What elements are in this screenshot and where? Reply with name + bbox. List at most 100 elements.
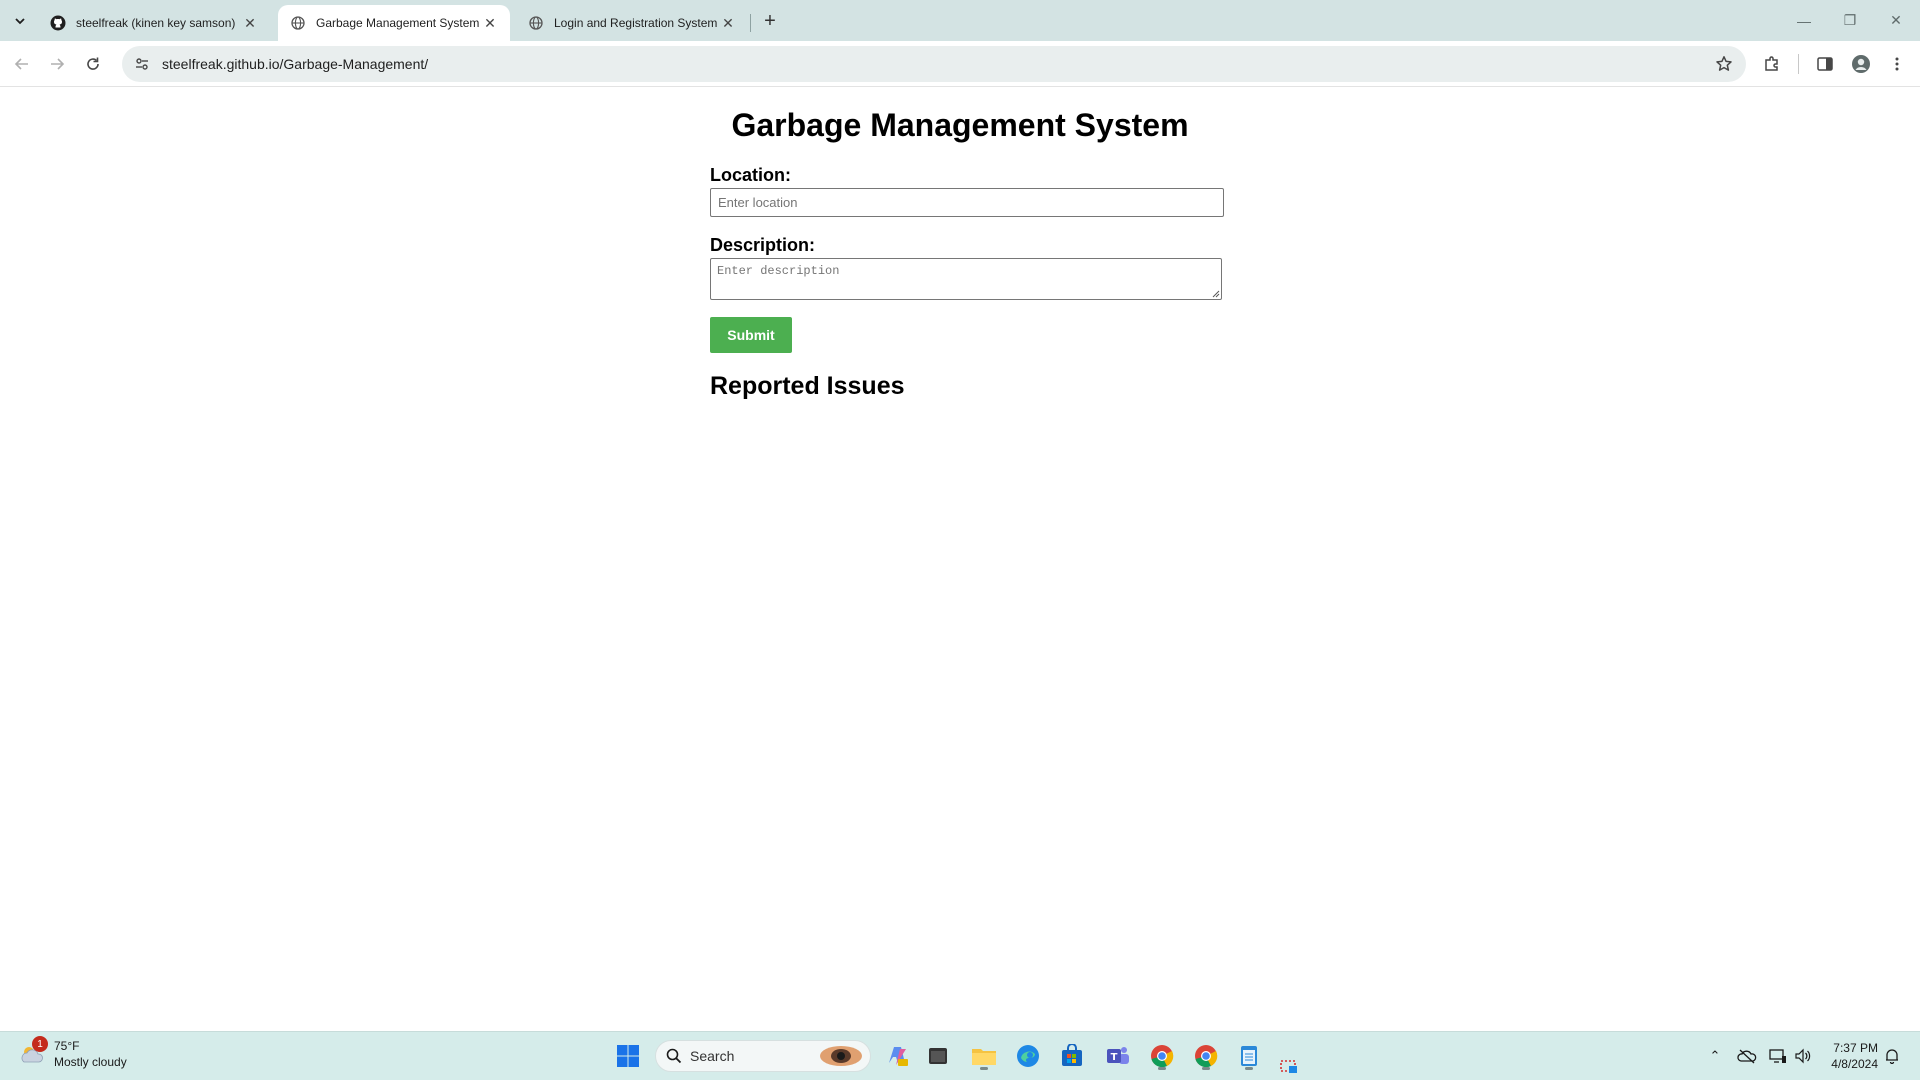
chrome-icon: [1195, 1045, 1218, 1068]
chevron-down-icon: [15, 18, 25, 25]
resize-grip-icon[interactable]: [1212, 290, 1220, 298]
close-icon[interactable]: ✕: [482, 15, 498, 31]
search-highlight-icon: [820, 1046, 862, 1066]
edge-icon: [1017, 1045, 1039, 1067]
tab-login-registration[interactable]: Login and Registration System ✕: [516, 5, 748, 41]
description-textarea[interactable]: Enter description: [710, 258, 1222, 300]
avatar-icon: [1852, 55, 1870, 73]
arrow-left-icon: [14, 58, 28, 70]
teams-app[interactable]: T: [1102, 1040, 1134, 1072]
volume-tray[interactable]: [1791, 1044, 1815, 1068]
reported-issues-heading: Reported Issues: [710, 372, 905, 400]
location-input[interactable]: Enter location: [710, 188, 1224, 217]
teams-icon: T: [1107, 1047, 1129, 1064]
tab-github[interactable]: steelfreak (kinen key samson) ✕: [38, 5, 270, 41]
forward-button[interactable]: [43, 50, 71, 78]
running-indicator: [1158, 1067, 1166, 1070]
clock-date: 4/8/2024: [1831, 1057, 1878, 1071]
running-indicator: [980, 1067, 988, 1070]
globe-icon: [528, 15, 544, 31]
description-label: Description:: [710, 235, 816, 255]
taskbar-search[interactable]: Search: [655, 1040, 871, 1072]
running-indicator: [1202, 1067, 1210, 1070]
network-icon: [1769, 1049, 1786, 1063]
snipping-icon: [1280, 1060, 1297, 1073]
minimize-icon: —: [1797, 12, 1811, 29]
snipping-app[interactable]: [1278, 1054, 1302, 1078]
search-icon: [666, 1048, 682, 1064]
url-text: steelfreak.github.io/Garbage-Management/: [162, 56, 429, 72]
folder-icon: [972, 1049, 996, 1065]
store-app[interactable]: [1056, 1040, 1088, 1072]
chrome-app[interactable]: [1146, 1040, 1178, 1072]
browser-toolbar: steelfreak.github.io/Garbage-Management/: [0, 41, 1920, 87]
file-manager-app[interactable]: [922, 1040, 954, 1072]
search-label: Search: [690, 1048, 735, 1064]
start-button[interactable]: [612, 1040, 644, 1072]
close-icon[interactable]: ✕: [720, 15, 736, 31]
weather-widget[interactable]: 1 75°F Mostly cloudy: [18, 1036, 127, 1070]
restore-button[interactable]: ❐: [1827, 0, 1873, 41]
location-label: Location:: [710, 165, 791, 185]
arrow-right-icon: [51, 58, 65, 70]
tab-title: Garbage Management System: [316, 16, 480, 30]
weather-temp: 75°F: [54, 1039, 80, 1053]
edge-app[interactable]: [1012, 1040, 1044, 1072]
page-title: Garbage Management System: [731, 107, 1189, 143]
speaker-icon: [1795, 1048, 1811, 1064]
toolbar-divider: [1798, 54, 1799, 74]
clock[interactable]: 7:37 PM 4/8/2024: [1822, 1040, 1878, 1072]
close-window-button[interactable]: ✕: [1873, 0, 1919, 41]
reload-button[interactable]: [79, 50, 107, 78]
puzzle-icon: [1765, 56, 1778, 71]
taskbar: 1 75°F Mostly cloudy Search T ⌃ 7:37 PM …: [0, 1031, 1920, 1080]
tab-strip: steelfreak (kinen key samson) ✕ Garbage …: [0, 0, 1920, 41]
tab-divider: [750, 14, 751, 32]
close-icon[interactable]: ✕: [242, 15, 258, 31]
notifications-button[interactable]: [1880, 1044, 1904, 1068]
chevron-up-icon: ⌃: [1709, 1048, 1721, 1063]
copilot-icon: [889, 1047, 908, 1066]
address-bar[interactable]: steelfreak.github.io/Garbage-Management/: [122, 46, 1746, 82]
minimize-button[interactable]: —: [1781, 0, 1827, 41]
more-vert-icon: [1895, 57, 1899, 71]
chrome-profile-app[interactable]: [1190, 1040, 1222, 1072]
clock-time: 7:37 PM: [1833, 1041, 1878, 1055]
store-icon: [1062, 1044, 1082, 1066]
description-placeholder: Enter description: [717, 264, 840, 278]
new-tab-button[interactable]: +: [757, 8, 783, 34]
restore-icon: ❐: [1843, 12, 1857, 28]
bookmark-star-icon[interactable]: [1712, 52, 1736, 76]
globe-icon: [290, 15, 306, 31]
windows-icon: [617, 1045, 639, 1067]
cloudy-icon: 1: [18, 1036, 48, 1068]
onedrive-tray[interactable]: [1735, 1044, 1759, 1068]
github-icon: [50, 15, 66, 31]
tab-title: Login and Registration System: [554, 16, 718, 30]
reload-icon: [87, 57, 99, 70]
menu-button[interactable]: [1883, 50, 1911, 78]
notepad-icon: [1241, 1046, 1257, 1066]
cloud-offline-icon: [1737, 1049, 1757, 1064]
notepad-app[interactable]: [1233, 1040, 1265, 1072]
side-panel-button[interactable]: [1811, 50, 1839, 78]
copilot-app[interactable]: [881, 1040, 913, 1072]
svg-text:T: T: [1111, 1052, 1118, 1063]
weather-condition: Mostly cloudy: [54, 1055, 127, 1069]
back-button[interactable]: [8, 50, 36, 78]
profile-button[interactable]: [1847, 50, 1875, 78]
network-tray[interactable]: [1766, 1044, 1790, 1068]
site-info-icon[interactable]: [128, 50, 156, 78]
report-form: Location: Enter location Description: En…: [710, 165, 1224, 300]
tab-garbage-management[interactable]: Garbage Management System ✕: [278, 5, 510, 41]
show-hidden-icons-button[interactable]: ⌃: [1703, 1044, 1727, 1068]
extensions-button[interactable]: [1758, 50, 1786, 78]
terminal-icon: [929, 1048, 947, 1064]
tab-search-button[interactable]: [8, 9, 32, 33]
location-placeholder: Enter location: [718, 195, 798, 210]
notification-badge: 1: [32, 1036, 48, 1052]
submit-button[interactable]: Submit: [710, 317, 792, 353]
file-explorer-app[interactable]: [968, 1040, 1000, 1072]
tab-title: steelfreak (kinen key samson): [76, 16, 236, 30]
plus-icon: +: [764, 9, 776, 32]
